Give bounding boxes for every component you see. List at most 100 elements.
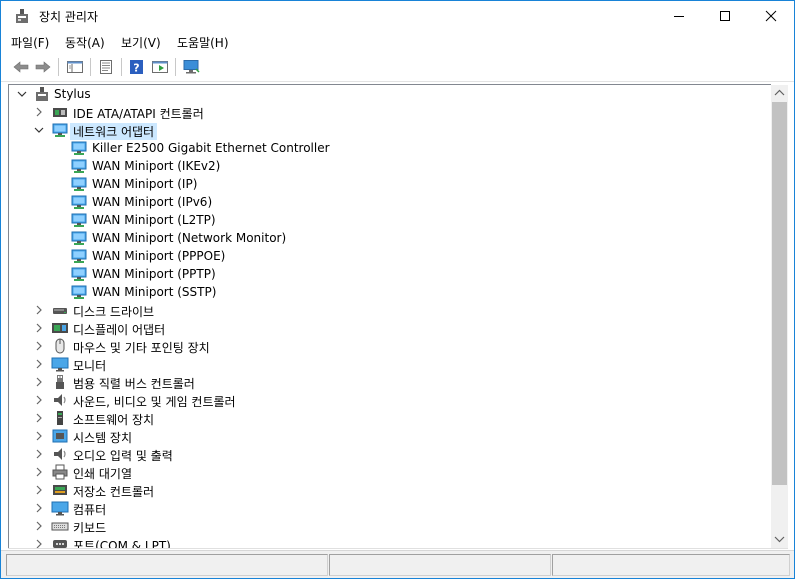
- computer-tower-icon: [36, 87, 48, 101]
- chevron-right-icon[interactable]: [33, 484, 45, 496]
- network-adapter-icon: [52, 123, 68, 137]
- tree-item-label: 네트워크 어댑터: [70, 123, 158, 140]
- chevron-down-icon[interactable]: [16, 88, 28, 100]
- tree-item[interactable]: WAN Miniport (SSTP): [9, 283, 769, 301]
- computer-icon: [51, 501, 69, 516]
- tree-item[interactable]: 포트(COM & LPT): [9, 535, 769, 549]
- tree-item[interactable]: 컴퓨터: [9, 499, 769, 517]
- tree-item-label: 인쇄 대기열: [73, 467, 133, 481]
- run-icon[interactable]: [151, 59, 169, 75]
- tree-item[interactable]: 사운드, 비디오 및 게임 컨트롤러: [9, 391, 769, 409]
- toolbar-separator: [58, 58, 59, 76]
- mouse-icon: [55, 338, 65, 354]
- chevron-right-icon[interactable]: [33, 502, 45, 514]
- tree-item[interactable]: 디스플레이 어댑터: [9, 319, 769, 337]
- device-tree[interactable]: Stylus IDE ATA/ATAPI 컨트롤러네트워크 어댑터 Killer …: [8, 84, 771, 549]
- scroll-up-arrow-icon[interactable]: [774, 89, 785, 97]
- tree-item-label: Killer E2500 Gigabit Ethernet Controller: [92, 141, 330, 155]
- tree-item[interactable]: WAN Miniport (L2TP): [9, 211, 769, 229]
- toolbar-separator: [175, 58, 176, 76]
- network-adapter-icon: [71, 177, 87, 191]
- network-adapter-icon: [71, 141, 87, 155]
- tree-item[interactable]: WAN Miniport (PPPOE): [9, 247, 769, 265]
- scrollbar-thumb[interactable]: [772, 102, 787, 485]
- display-adapter-icon: [52, 323, 68, 333]
- menu-action[interactable]: 동작(A): [65, 34, 105, 51]
- tree-item[interactable]: WAN Miniport (IKEv2): [9, 157, 769, 175]
- tree-item[interactable]: WAN Miniport (Network Monitor): [9, 229, 769, 247]
- chevron-right-icon[interactable]: [33, 412, 45, 424]
- tree-item[interactable]: WAN Miniport (IPv6): [9, 193, 769, 211]
- network-adapter-icon: [71, 213, 87, 227]
- menu-bar: 파일(F) 동작(A) 보기(V) 도움말(H): [1, 31, 794, 53]
- tree-item[interactable]: 범용 직렬 버스 컨트롤러: [9, 373, 769, 391]
- status-pane-secondary: [329, 554, 551, 576]
- network-adapter-icon: [71, 195, 87, 209]
- forward-arrow-icon[interactable]: [34, 59, 52, 75]
- tree-item[interactable]: 인쇄 대기열: [9, 463, 769, 481]
- scroll-down-arrow-icon[interactable]: [774, 535, 785, 543]
- network-adapter-icon: [71, 267, 87, 281]
- svg-text:?: ?: [133, 62, 139, 75]
- chevron-right-icon[interactable]: [33, 394, 45, 406]
- chevron-right-icon[interactable]: [33, 304, 45, 316]
- back-arrow-icon[interactable]: [12, 59, 30, 75]
- software-device-icon: [57, 411, 63, 425]
- tree-item-label: WAN Miniport (IPv6): [92, 195, 213, 209]
- show-hide-tree-icon[interactable]: [66, 59, 84, 75]
- chevron-right-icon[interactable]: [33, 358, 45, 370]
- status-pane-tertiary: [552, 554, 790, 576]
- network-adapter-icon: [71, 231, 87, 245]
- menu-view[interactable]: 보기(V): [121, 34, 161, 51]
- tree-item[interactable]: WAN Miniport (IP): [9, 175, 769, 193]
- tree-item[interactable]: 소프트웨어 장치: [9, 409, 769, 427]
- menu-help[interactable]: 도움말(H): [177, 34, 229, 51]
- tree-item-label: 소프트웨어 장치: [73, 413, 155, 427]
- chevron-right-icon[interactable]: [33, 448, 45, 460]
- tree-item[interactable]: 키보드: [9, 517, 769, 535]
- tree-item[interactable]: WAN Miniport (PPTP): [9, 265, 769, 283]
- tree-item[interactable]: 시스템 장치: [9, 427, 769, 445]
- chevron-right-icon[interactable]: [33, 376, 45, 388]
- status-bar: [1, 550, 794, 578]
- tree-item-label: 오디오 입력 및 출력: [73, 449, 173, 463]
- chevron-right-icon[interactable]: [33, 430, 45, 442]
- chevron-right-icon[interactable]: [33, 106, 45, 118]
- disk-drive-icon: [53, 308, 67, 314]
- tree-root-stylus[interactable]: Stylus: [9, 85, 769, 103]
- properties-icon[interactable]: [97, 59, 115, 75]
- help-icon[interactable]: ?: [128, 59, 146, 75]
- tree-item[interactable]: 네트워크 어댑터: [9, 121, 769, 140]
- tree-item[interactable]: 마우스 및 기타 포인팅 장치: [9, 337, 769, 355]
- chevron-right-icon[interactable]: [33, 340, 45, 352]
- chevron-down-icon[interactable]: [33, 124, 45, 136]
- menu-file[interactable]: 파일(F): [11, 34, 49, 51]
- network-adapter-icon: [71, 159, 87, 173]
- tree-item[interactable]: 오디오 입력 및 출력: [9, 445, 769, 463]
- status-pane-main: [6, 554, 328, 576]
- tree-item-label: WAN Miniport (IP): [92, 177, 198, 191]
- monitor-icon[interactable]: [182, 59, 200, 75]
- tree-item[interactable]: IDE ATA/ATAPI 컨트롤러: [9, 103, 769, 121]
- tree-item[interactable]: 디스크 드라이브: [9, 301, 769, 319]
- maximize-button[interactable]: [702, 1, 748, 31]
- toolbar-separator: [121, 58, 122, 76]
- chevron-right-icon[interactable]: [33, 520, 45, 532]
- tree-item-label: WAN Miniport (Network Monitor): [92, 231, 287, 245]
- chevron-right-icon[interactable]: [33, 466, 45, 478]
- chevron-right-icon[interactable]: [33, 322, 45, 334]
- tree-item-label: 범용 직렬 버스 컨트롤러: [73, 377, 195, 391]
- minimize-button[interactable]: [656, 1, 702, 31]
- tree-item-label: 키보드: [73, 521, 107, 535]
- tree-item-label: 사운드, 비디오 및 게임 컨트롤러: [73, 395, 236, 409]
- tree-item-label: WAN Miniport (PPTP): [92, 267, 216, 281]
- tree-item[interactable]: 모니터: [9, 355, 769, 373]
- tree-bottom-border: [8, 548, 788, 549]
- tree-item[interactable]: 저장소 컨트롤러: [9, 481, 769, 499]
- title-bar[interactable]: 장치 관리자: [1, 1, 794, 31]
- close-button[interactable]: [748, 1, 794, 31]
- tree-item[interactable]: Killer E2500 Gigabit Ethernet Controller: [9, 139, 769, 157]
- tree-item-label: 모니터: [73, 359, 107, 373]
- window-title: 장치 관리자: [39, 10, 99, 24]
- speaker-icon: [54, 394, 66, 406]
